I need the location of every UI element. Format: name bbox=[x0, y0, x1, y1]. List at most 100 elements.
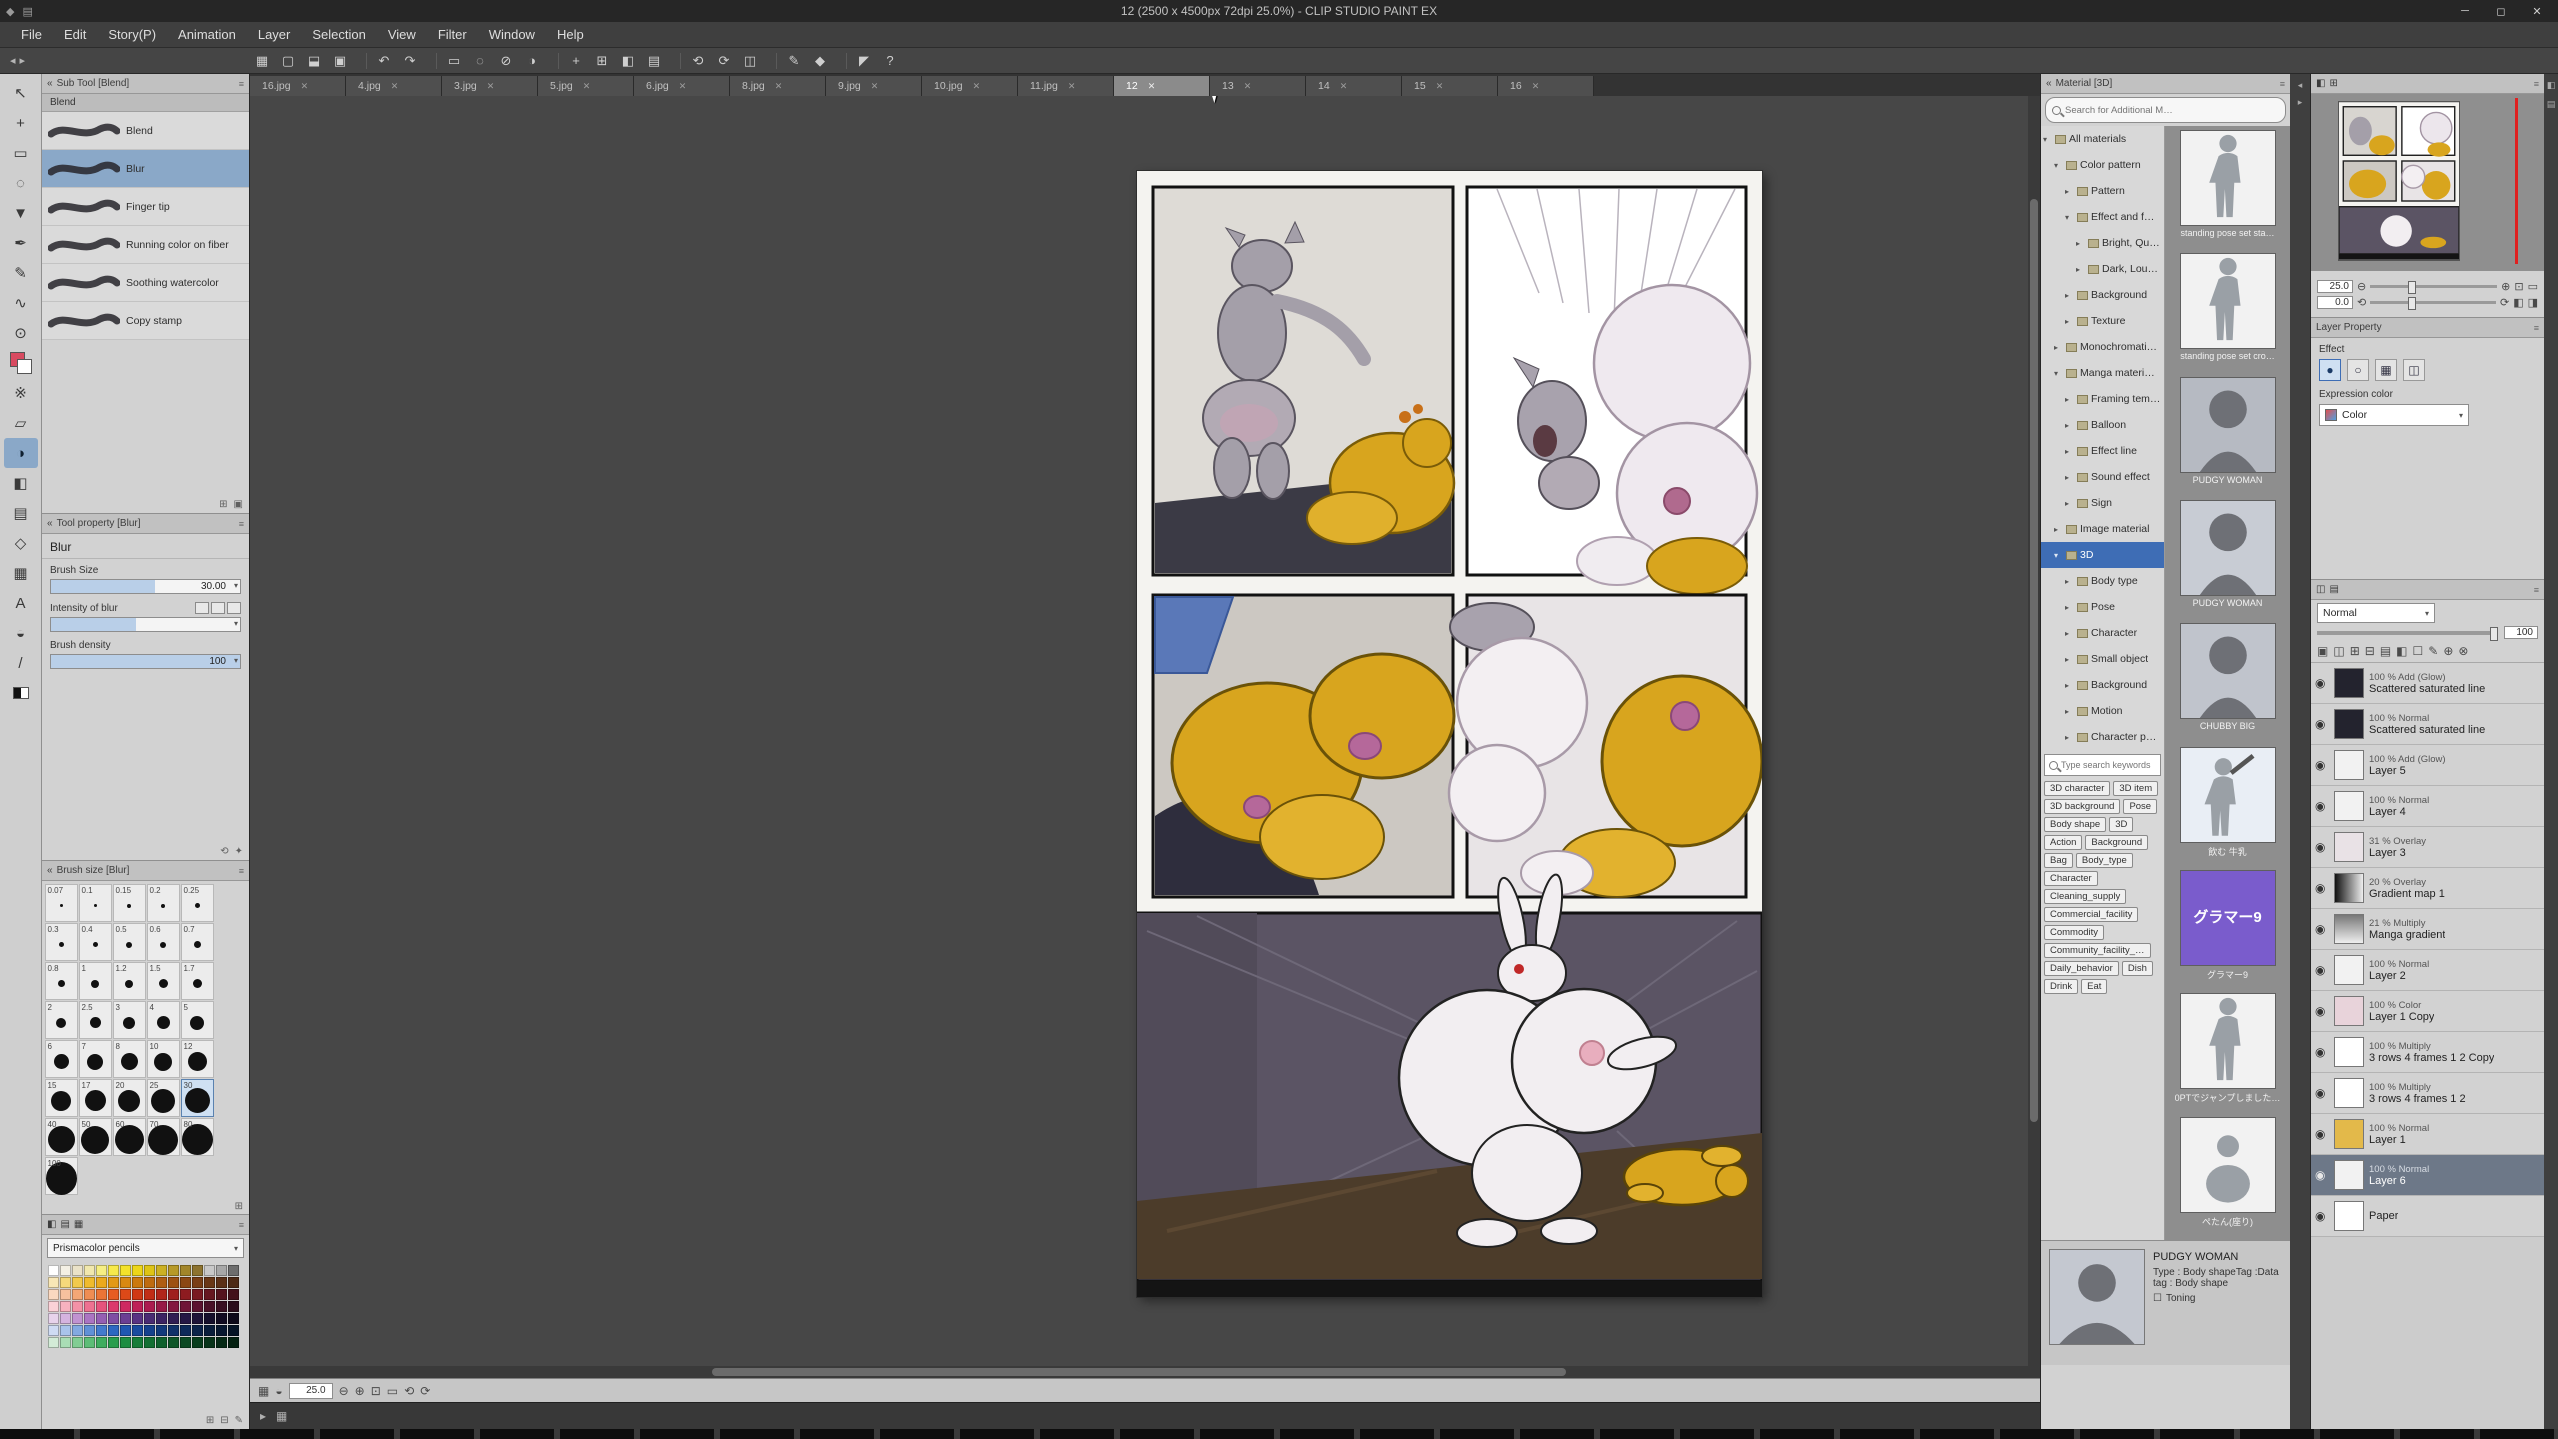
subtool-item[interactable]: Finger tip bbox=[42, 188, 249, 226]
keyword-tag[interactable]: 3D character bbox=[2044, 781, 2110, 796]
brush-size-cell[interactable]: 0.07 bbox=[45, 884, 78, 922]
color-swatch[interactable] bbox=[168, 1337, 179, 1348]
toolbar-icon[interactable]: ⟲ bbox=[686, 50, 710, 72]
rotate-left-icon[interactable]: ⟲ bbox=[404, 1384, 414, 1398]
vertical-scrollbar[interactable] bbox=[2028, 96, 2040, 1378]
menu-item[interactable]: Filter bbox=[427, 22, 478, 48]
color-swatch[interactable] bbox=[132, 1325, 143, 1336]
add-subtool-icon[interactable]: ⊞ bbox=[219, 499, 227, 510]
material-tree-item[interactable]: ▸ Effect line bbox=[2041, 438, 2164, 464]
document-tab[interactable]: 13 ✕ bbox=[1210, 76, 1306, 96]
zoom-value[interactable]: 25.0 bbox=[289, 1383, 333, 1399]
toolbar-icon[interactable] bbox=[549, 53, 559, 69]
color-swatch[interactable] bbox=[72, 1277, 83, 1288]
layer-row[interactable]: ◉ 100 % Multiply 3 rows 4 frames 1 2 bbox=[2311, 1073, 2544, 1114]
tab-close-icon[interactable]: ✕ bbox=[1436, 81, 1444, 92]
color-swatch[interactable] bbox=[144, 1313, 155, 1324]
rotate-slider[interactable] bbox=[2370, 301, 2496, 304]
subview-tab-icon[interactable]: ⊞ bbox=[2329, 78, 2337, 89]
color-swatch[interactable] bbox=[84, 1337, 95, 1348]
color-swatch[interactable] bbox=[228, 1301, 239, 1312]
color-wheel-tab-icon[interactable]: ◧ bbox=[47, 1219, 56, 1230]
color-swatch[interactable] bbox=[156, 1313, 167, 1324]
brush-size-cell[interactable]: 0.8 bbox=[45, 962, 78, 1000]
layer-thumbnail[interactable] bbox=[2334, 1201, 2364, 1231]
color-swatch[interactable] bbox=[216, 1277, 227, 1288]
navigator-tab-icon[interactable]: ◧ bbox=[2316, 78, 2325, 89]
color-swatch[interactable] bbox=[96, 1277, 107, 1288]
color-swatch[interactable] bbox=[60, 1265, 71, 1276]
toolbar-icon[interactable]: ✎ bbox=[782, 50, 806, 72]
expander-icon[interactable]: ▸ bbox=[2065, 603, 2074, 612]
color-swatch[interactable] bbox=[204, 1313, 215, 1324]
collapse-icon[interactable]: « bbox=[47, 518, 53, 529]
brush-size-cell[interactable]: 0.2 bbox=[147, 884, 180, 922]
remove-color-icon[interactable]: ⊟ bbox=[220, 1415, 228, 1426]
tool-button[interactable]: ↖ bbox=[4, 78, 38, 108]
tool-button[interactable]: ✒ bbox=[4, 228, 38, 258]
brush-size-cell[interactable]: 10 bbox=[147, 1040, 180, 1078]
material-tree-item[interactable]: ▸ Image material bbox=[2041, 516, 2164, 542]
document-tab[interactable]: 15 ✕ bbox=[1402, 76, 1498, 96]
quick-access-icon[interactable]: ▤ bbox=[22, 5, 32, 18]
layer-row[interactable]: ◉ 100 % Normal Layer 2 bbox=[2311, 950, 2544, 991]
color-swatch[interactable] bbox=[120, 1325, 131, 1336]
toolbar-icon[interactable]: ▦ bbox=[250, 50, 274, 72]
effect-icon[interactable]: ● bbox=[2319, 359, 2341, 381]
color-swatch[interactable] bbox=[132, 1313, 143, 1324]
toolbar-icon[interactable]: + bbox=[564, 50, 588, 72]
color-swatch[interactable] bbox=[204, 1265, 215, 1276]
effect-icon[interactable]: ▦ bbox=[2375, 359, 2397, 381]
visibility-eye-icon[interactable]: ◉ bbox=[2315, 676, 2329, 690]
effect-icon[interactable]: ○ bbox=[2347, 359, 2369, 381]
color-swatch[interactable] bbox=[120, 1265, 131, 1276]
color-swatch[interactable] bbox=[120, 1313, 131, 1324]
document-tab[interactable]: 5.jpg ✕ bbox=[538, 76, 634, 96]
merge-down-icon[interactable]: ⊟ bbox=[2365, 644, 2375, 658]
brush-size-cell[interactable]: 0.4 bbox=[79, 923, 112, 961]
color-swatch[interactable] bbox=[216, 1325, 227, 1336]
material-thumbnail[interactable]: CHUBBY BIG bbox=[2173, 623, 2283, 746]
keyword-tag[interactable]: Drink bbox=[2044, 979, 2078, 994]
color-swatch[interactable] bbox=[60, 1277, 71, 1288]
toolbar-icon[interactable]: ◆ bbox=[808, 50, 832, 72]
tool-button[interactable]: ✎ bbox=[4, 258, 38, 288]
material-tree-item[interactable]: ▸ Sound effect bbox=[2041, 464, 2164, 490]
brush-size-cell[interactable]: 3 bbox=[113, 1001, 146, 1039]
layer-row[interactable]: ◉ Paper bbox=[2311, 1196, 2544, 1237]
navigator-angle-value[interactable]: 0.0 bbox=[2317, 296, 2353, 309]
color-swatch[interactable] bbox=[156, 1301, 167, 1312]
opacity-slider[interactable] bbox=[2317, 631, 2498, 635]
color-swatch[interactable] bbox=[72, 1289, 83, 1300]
color-swatch[interactable] bbox=[48, 1313, 59, 1324]
subtool-item[interactable]: Blend bbox=[42, 112, 249, 150]
layer-thumbnail[interactable] bbox=[2334, 873, 2364, 903]
material-tree-item[interactable]: ▸ Character bbox=[2041, 620, 2164, 646]
toolbar-icon[interactable]: ▭ bbox=[442, 50, 466, 72]
spinner-icon[interactable]: ▾ bbox=[234, 656, 238, 665]
fit-icon[interactable]: ⊡ bbox=[2514, 280, 2523, 293]
menu-item[interactable]: Help bbox=[546, 22, 595, 48]
color-swatch[interactable] bbox=[192, 1337, 203, 1348]
new-vector-layer-icon[interactable]: ⊞ bbox=[2350, 644, 2360, 658]
layer-row[interactable]: ◉ 31 % Overlay Layer 3 bbox=[2311, 827, 2544, 868]
sub-color-swatch[interactable] bbox=[17, 359, 32, 374]
document-tab[interactable]: 10.jpg ✕ bbox=[922, 76, 1018, 96]
expander-icon[interactable]: ▸ bbox=[2076, 239, 2085, 248]
tool-button[interactable] bbox=[4, 348, 38, 378]
expander-icon[interactable]: ▸ bbox=[2065, 421, 2074, 430]
expander-icon[interactable]: ▸ bbox=[2065, 317, 2074, 326]
flip-horizontal-icon[interactable]: ◧ bbox=[2513, 296, 2523, 309]
layer-row[interactable]: ◉ 20 % Overlay Gradient map 1 bbox=[2311, 868, 2544, 909]
navigator-preview[interactable] bbox=[2311, 94, 2544, 271]
panel-menu-icon[interactable]: ≡ bbox=[2534, 79, 2539, 89]
brush-size-cell[interactable]: 0.5 bbox=[113, 923, 146, 961]
color-swatch[interactable] bbox=[216, 1301, 227, 1312]
palette-dock-icon[interactable]: ◧ bbox=[2547, 80, 2556, 91]
layer-thumbnail[interactable] bbox=[2334, 750, 2364, 780]
material-tree-item[interactable]: ▸ Small object bbox=[2041, 646, 2164, 672]
material-tree-item[interactable]: ▸ Bright, Qu… bbox=[2041, 230, 2164, 256]
color-swatch[interactable] bbox=[120, 1277, 131, 1288]
color-swatch[interactable] bbox=[60, 1325, 71, 1336]
layer-thumbnail[interactable] bbox=[2334, 1078, 2364, 1108]
